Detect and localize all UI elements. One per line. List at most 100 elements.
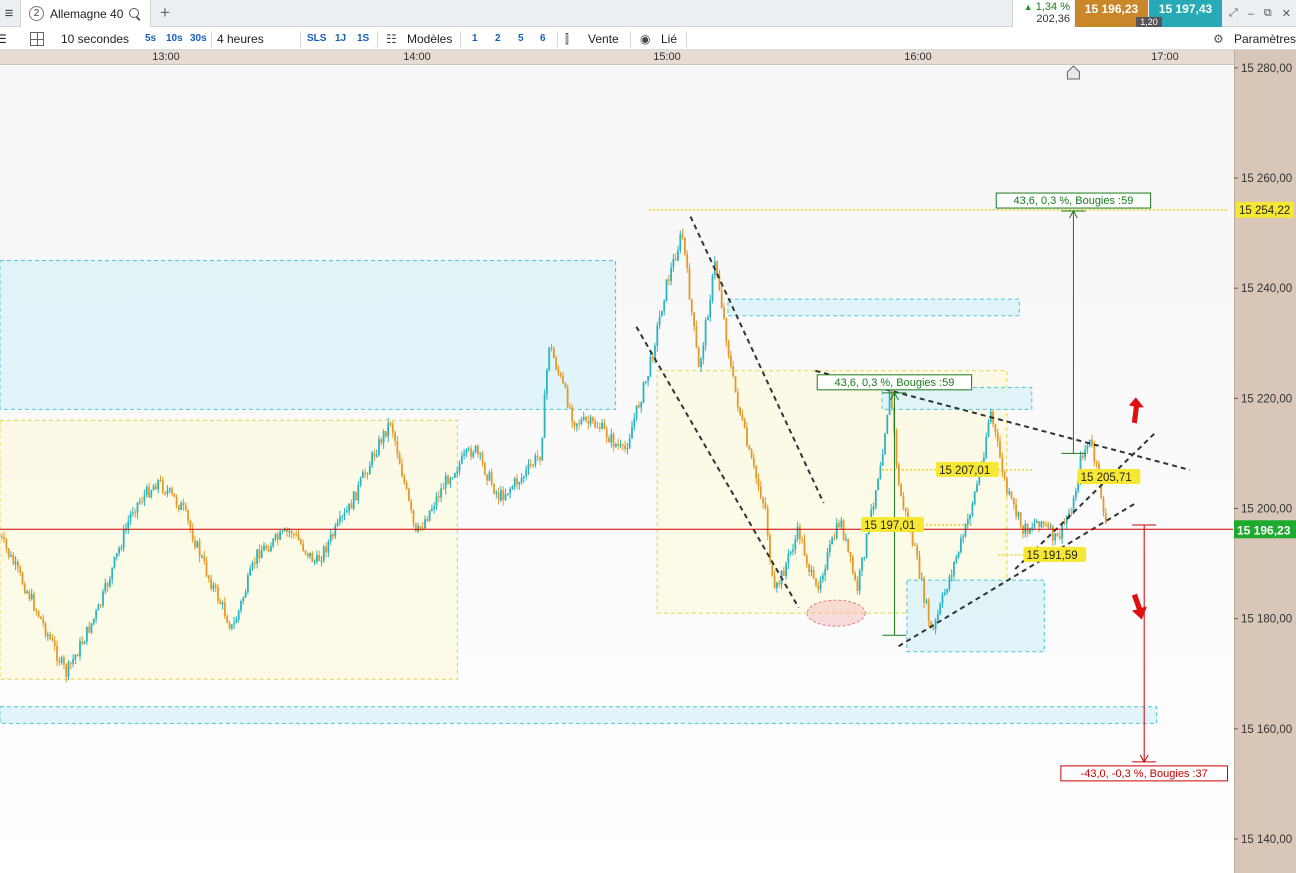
candle-body [350, 503, 353, 509]
candle-body [23, 584, 26, 594]
candle-body [1102, 497, 1105, 513]
candle-body [1081, 455, 1084, 458]
candle-body [196, 541, 199, 548]
candle-body [339, 516, 341, 522]
candle-body [426, 519, 429, 521]
candle-body [189, 520, 192, 529]
candle-body [513, 478, 516, 487]
candle-body [1001, 457, 1004, 473]
candle-body [115, 553, 118, 557]
price-tag-label: 15 197,01 [864, 520, 915, 532]
candle-body [150, 490, 153, 498]
candle-body [194, 540, 196, 548]
candle-body [168, 488, 171, 491]
candle-body [109, 579, 111, 587]
candle-body [799, 526, 801, 540]
candle-body [762, 497, 764, 503]
candle-body [500, 490, 502, 501]
candle-body [552, 348, 555, 359]
candle-body [822, 575, 824, 580]
candle-body [410, 500, 413, 511]
candle-body [306, 552, 309, 557]
candle-body [421, 527, 424, 529]
candle-body [414, 523, 417, 532]
candle-body [88, 626, 91, 633]
candle-body [424, 519, 426, 529]
candle-body [152, 485, 155, 491]
candle-body [596, 427, 599, 429]
candle-body [654, 345, 656, 359]
y-tick-label: 15 260,00 [1241, 173, 1292, 185]
candle-body [56, 646, 58, 661]
candle-body [824, 568, 827, 576]
candle-body [769, 535, 771, 561]
candle-body [495, 492, 498, 494]
candle-body [10, 555, 12, 557]
candle-body [481, 453, 484, 463]
candle-body [957, 551, 960, 557]
candle-body [1075, 491, 1077, 498]
candle-body [1052, 526, 1054, 541]
candle-body [470, 448, 472, 457]
candle-body [782, 570, 785, 577]
candle-body [164, 492, 166, 494]
candle-body [161, 480, 164, 493]
candle-body [897, 464, 900, 485]
candle-body [290, 531, 293, 534]
price-chart[interactable]: 43,6, 0,3 %, Bougies :59 43,6, 0,3 %, Bou… [0, 0, 1296, 873]
candle-body [976, 484, 978, 492]
candle-body [336, 521, 339, 526]
candle-body [845, 538, 847, 540]
candle-body [605, 428, 608, 438]
supply-demand-zone-blue [0, 260, 617, 410]
candle-body [953, 561, 955, 576]
candle-body [709, 300, 712, 318]
candle-body [46, 634, 49, 636]
candle-body [697, 347, 700, 368]
candle-body [35, 610, 38, 612]
measure-label: 43,6, 0,3 %, Bougies :59 [835, 377, 955, 389]
candle-body [435, 496, 438, 507]
candle-body [212, 585, 215, 589]
candle-body [155, 485, 157, 490]
candle-body [858, 570, 861, 591]
candle-body [656, 325, 659, 346]
y-tick-label: 15 140,00 [1241, 834, 1292, 846]
candle-body [543, 394, 546, 438]
candle-body [449, 478, 452, 485]
candle-body [205, 560, 208, 576]
candle-body [479, 453, 482, 455]
candle-body [831, 537, 833, 545]
candle-body [732, 366, 735, 377]
measure-label: -43,0, -0,3 %, Bougies :37 [1081, 768, 1208, 780]
candle-body [1003, 472, 1006, 478]
candle-body [536, 455, 539, 457]
candle-body [1058, 536, 1061, 539]
candle-body [884, 433, 886, 455]
candle-body [274, 534, 277, 539]
candle-body [631, 426, 633, 439]
candle-body [904, 507, 907, 512]
candle-body [166, 490, 169, 494]
candle-body [12, 555, 15, 565]
candle-body [201, 556, 203, 558]
candle-body [805, 555, 808, 565]
candle-body [474, 445, 477, 453]
candle-body [242, 597, 245, 602]
candle-body [228, 622, 231, 629]
candle-body [129, 513, 132, 522]
price-tag-label: 15 207,01 [939, 465, 990, 477]
candle-body [198, 541, 201, 557]
candle-body [509, 488, 511, 494]
candle-body [787, 553, 790, 564]
candle-body [842, 520, 845, 540]
candle-body [104, 583, 107, 592]
candle-body [557, 369, 560, 374]
candle-body [14, 561, 17, 565]
candle-body [322, 546, 325, 561]
candle-body [5, 539, 8, 549]
candle-body [364, 472, 367, 474]
candle-body [345, 510, 348, 513]
candle-body [97, 604, 100, 611]
candle-body [587, 420, 590, 424]
